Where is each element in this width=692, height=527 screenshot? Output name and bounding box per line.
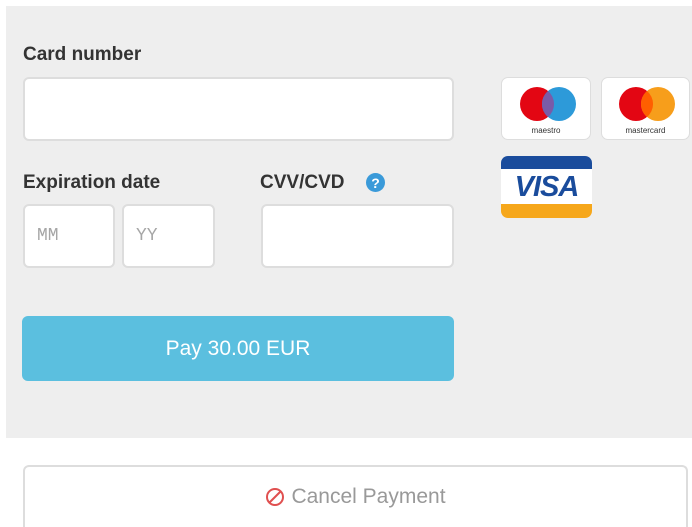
card-number-field[interactable]: [23, 77, 454, 141]
visa-top-band: [501, 156, 592, 169]
cvv-input[interactable]: [273, 225, 442, 247]
expiration-month-field[interactable]: [23, 204, 115, 268]
expiration-month-input[interactable]: [35, 225, 103, 247]
card-number-input[interactable]: [35, 98, 442, 120]
cvv-field[interactable]: [261, 204, 454, 268]
maestro-caption: maestro: [531, 126, 561, 135]
expiration-year-input[interactable]: [134, 225, 203, 247]
pay-button[interactable]: Pay 30.00 EUR: [22, 316, 454, 381]
maestro-card-logo: maestro: [501, 77, 591, 140]
mastercard-card-logo: mastercard: [601, 77, 690, 140]
expiration-year-field[interactable]: [122, 204, 215, 268]
visa-card-logo: VISA: [501, 156, 592, 218]
help-icon[interactable]: ?: [366, 173, 385, 192]
card-number-label: Card number: [23, 44, 142, 65]
mastercard-caption: mastercard: [625, 126, 666, 135]
cancel-icon: [266, 488, 285, 506]
visa-wordmark: VISA: [514, 171, 580, 203]
expiration-date-label: Expiration date: [23, 172, 161, 193]
cvv-label: CVV/CVD: [260, 172, 345, 193]
cancel-payment-button[interactable]: Cancel Payment: [23, 465, 688, 527]
visa-bottom-band: [501, 204, 592, 218]
cancel-payment-label: Cancel Payment: [291, 485, 446, 508]
